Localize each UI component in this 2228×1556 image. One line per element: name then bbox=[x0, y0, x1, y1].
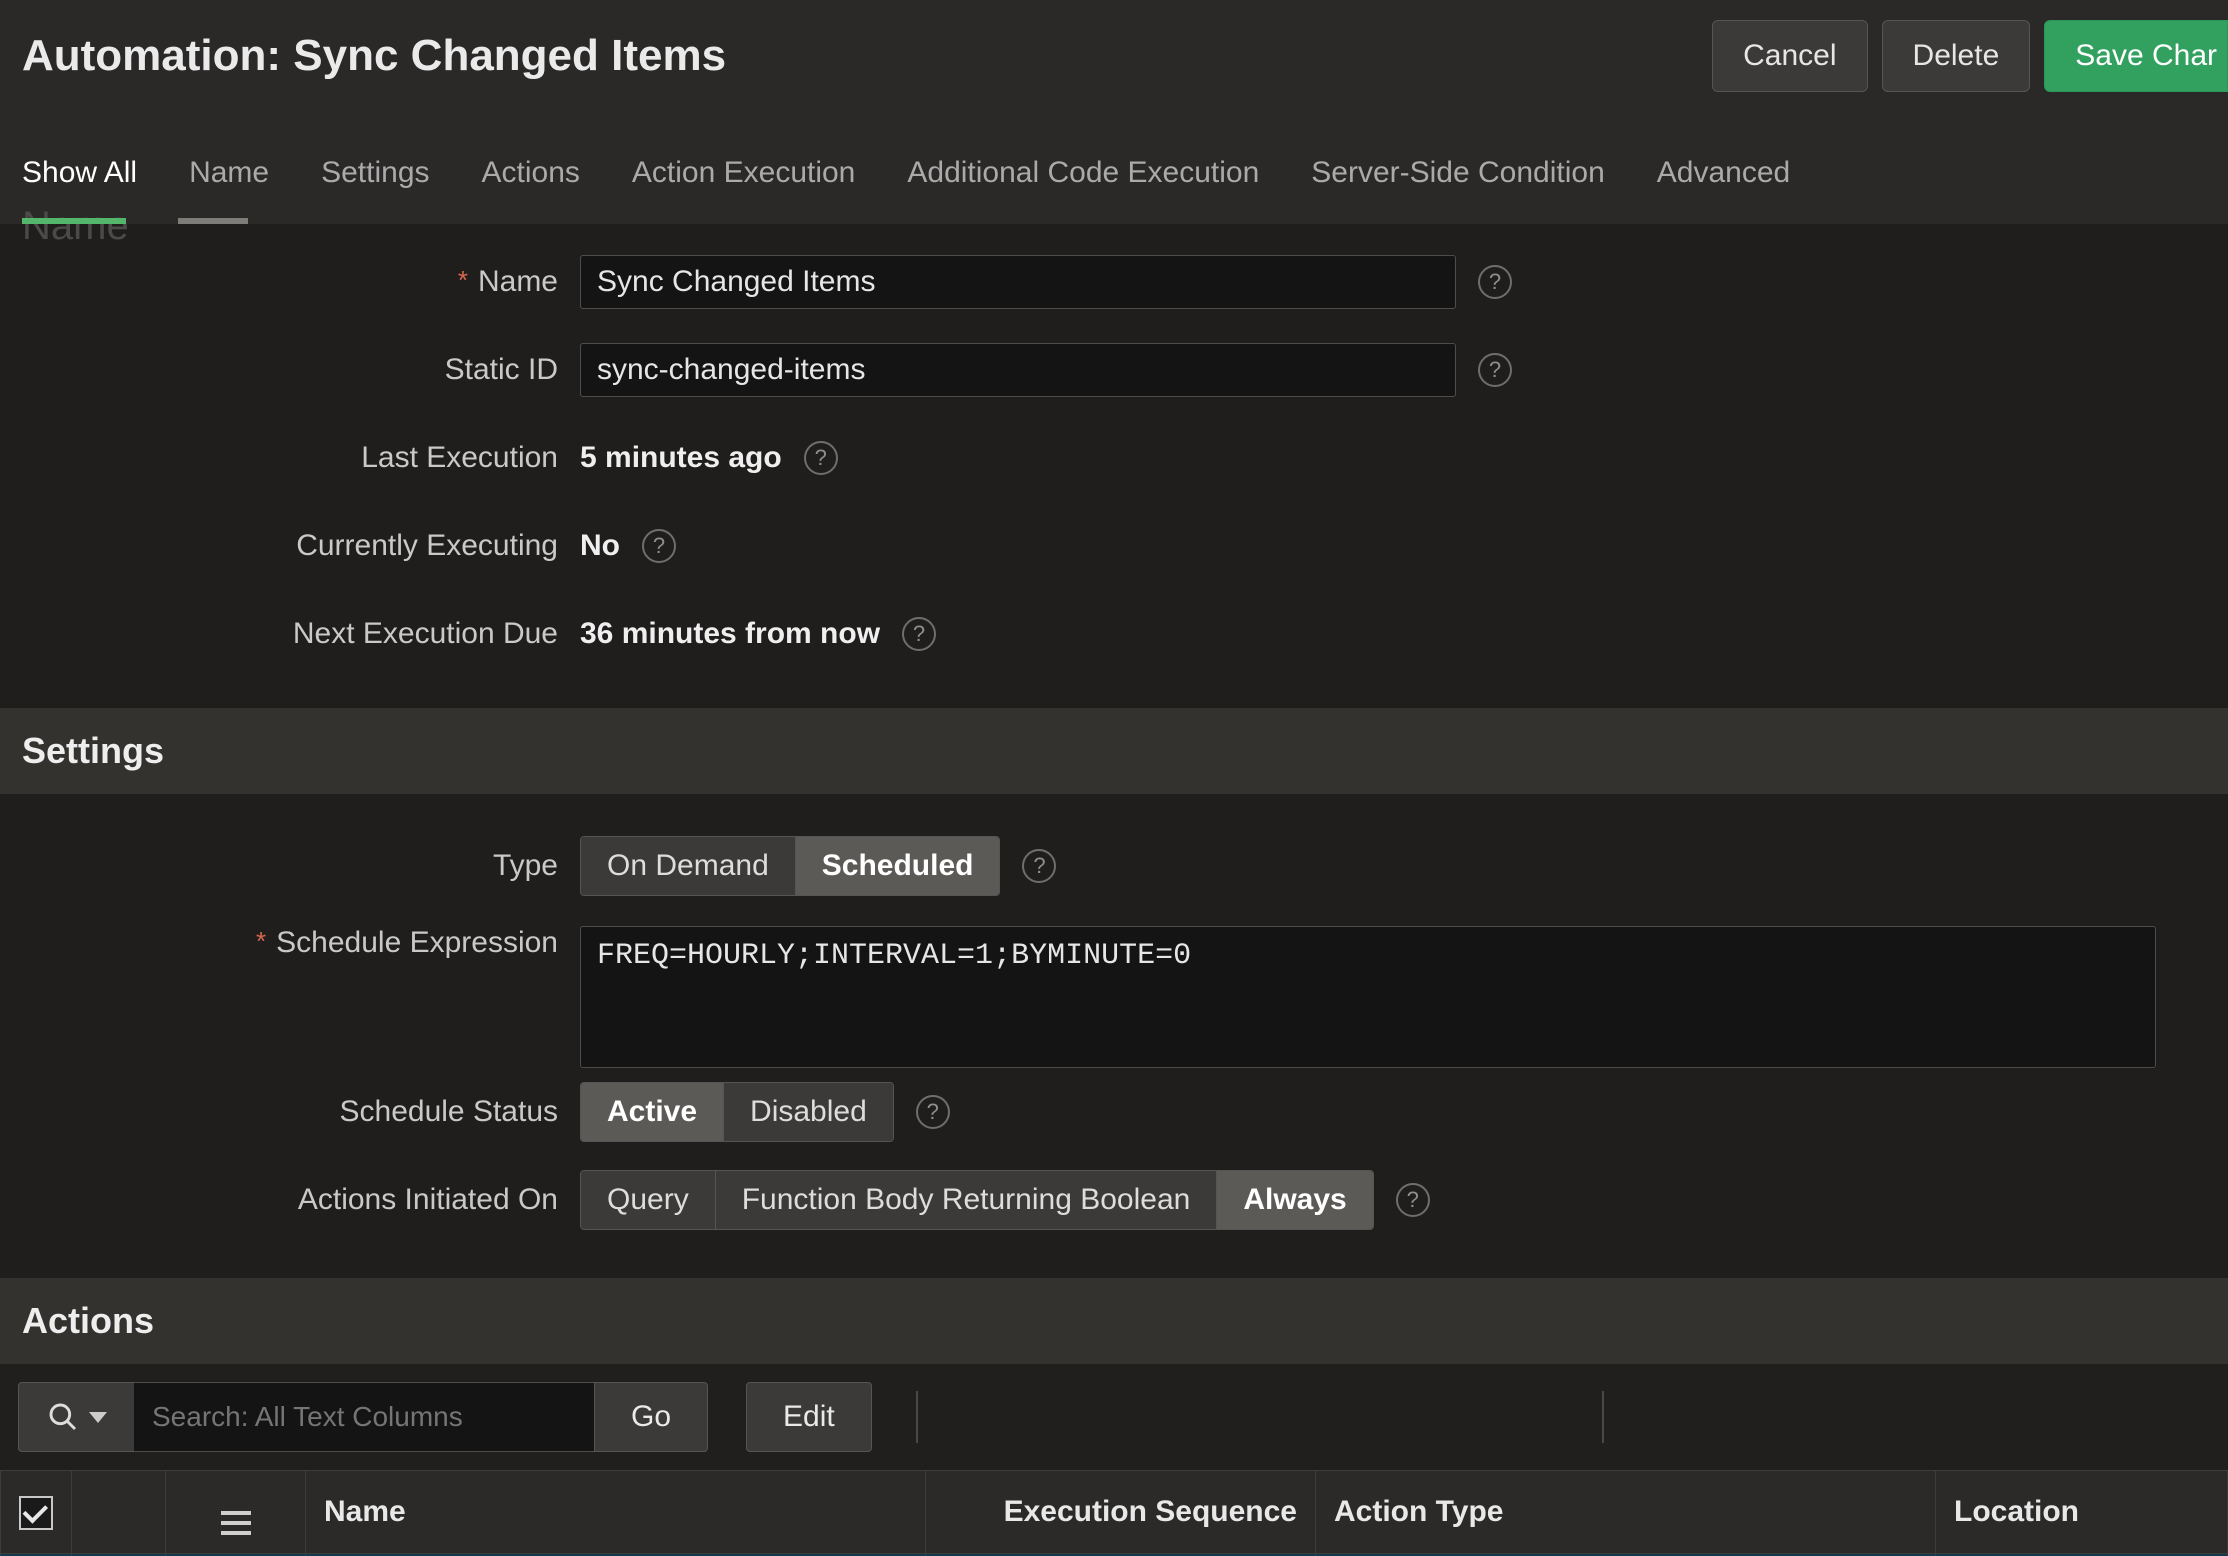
search-column-select[interactable] bbox=[18, 1382, 134, 1452]
actions-initiated-segmented: Query Function Body Returning Boolean Al… bbox=[580, 1170, 1374, 1230]
chevron-down-icon bbox=[89, 1412, 107, 1423]
hamburger-icon bbox=[221, 1511, 251, 1535]
help-icon[interactable]: ? bbox=[1396, 1183, 1430, 1217]
help-icon[interactable]: ? bbox=[916, 1095, 950, 1129]
delete-button[interactable]: Delete bbox=[1882, 20, 2031, 92]
label-static-id: Static ID bbox=[0, 353, 580, 387]
init-option-fn-bool[interactable]: Function Body Returning Boolean bbox=[716, 1171, 1218, 1229]
init-option-query[interactable]: Query bbox=[581, 1171, 716, 1229]
toolbar-separator bbox=[916, 1391, 918, 1443]
label-name: *Name bbox=[0, 265, 580, 299]
actions-toolbar: Go Edit bbox=[0, 1364, 2228, 1470]
actions-table: Name Execution Sequence Action Type Loca… bbox=[0, 1470, 2228, 1556]
status-option-active[interactable]: Active bbox=[581, 1083, 724, 1141]
type-option-scheduled[interactable]: Scheduled bbox=[796, 837, 1000, 895]
table-header-execution-sequence[interactable]: Execution Sequence bbox=[926, 1471, 1316, 1554]
label-next-execution-due: Next Execution Due bbox=[0, 617, 580, 651]
status-option-disabled[interactable]: Disabled bbox=[724, 1083, 893, 1141]
help-icon[interactable]: ? bbox=[1478, 353, 1512, 387]
edit-button[interactable]: Edit bbox=[746, 1382, 872, 1452]
toolbar-separator bbox=[1602, 1391, 1604, 1443]
page-header: Automation: Sync Changed Items Cancel De… bbox=[0, 0, 2228, 110]
page-title: Automation: Sync Changed Items bbox=[22, 31, 726, 81]
cancel-button[interactable]: Cancel bbox=[1712, 20, 1867, 92]
next-execution-due-value: 36 minutes from now bbox=[580, 617, 880, 651]
currently-executing-value: No bbox=[580, 529, 620, 563]
header-buttons: Cancel Delete Save Char bbox=[1712, 20, 2228, 92]
tab-actions[interactable]: Actions bbox=[482, 156, 580, 204]
help-icon[interactable]: ? bbox=[1022, 849, 1056, 883]
table-header-name[interactable]: Name bbox=[306, 1471, 926, 1554]
tabs-container: Name Show All Name Settings Actions Acti… bbox=[0, 110, 2228, 224]
schedule-expression-input[interactable] bbox=[580, 926, 2156, 1068]
go-button[interactable]: Go bbox=[594, 1382, 708, 1452]
table-header-menu[interactable] bbox=[166, 1471, 306, 1554]
tab-additional-code-execution[interactable]: Additional Code Execution bbox=[907, 156, 1259, 204]
tab-underline-name bbox=[178, 218, 248, 224]
label-schedule-status: Schedule Status bbox=[0, 1095, 580, 1129]
type-segmented: On Demand Scheduled bbox=[580, 836, 1000, 896]
schedule-status-segmented: Active Disabled bbox=[580, 1082, 894, 1142]
table-header-action-type[interactable]: Action Type bbox=[1316, 1471, 1936, 1554]
tab-advanced[interactable]: Advanced bbox=[1657, 156, 1790, 204]
help-icon[interactable]: ? bbox=[1478, 265, 1512, 299]
settings-section: Type On Demand Scheduled ? *Schedule Exp… bbox=[0, 794, 2228, 1278]
tabs: Show All Name Settings Actions Action Ex… bbox=[0, 110, 2228, 224]
select-all-checkbox[interactable] bbox=[19, 1496, 53, 1530]
label-last-execution: Last Execution bbox=[0, 441, 580, 475]
section-header-settings[interactable]: Settings bbox=[0, 708, 2228, 794]
label-schedule-expression: *Schedule Expression bbox=[0, 926, 580, 960]
save-changes-button[interactable]: Save Char bbox=[2044, 20, 2228, 92]
search-icon bbox=[47, 1401, 79, 1433]
tab-underline-active bbox=[22, 218, 126, 224]
name-input[interactable] bbox=[580, 255, 1456, 309]
search-input[interactable] bbox=[134, 1382, 594, 1452]
section-header-actions[interactable]: Actions bbox=[0, 1278, 2228, 1364]
name-section: *Name ? Static ID ? Last Execution 5 min… bbox=[0, 224, 2228, 708]
label-actions-initiated-on: Actions Initiated On bbox=[0, 1183, 580, 1217]
table-header-edit bbox=[72, 1471, 166, 1554]
tab-server-side-condition[interactable]: Server-Side Condition bbox=[1311, 156, 1604, 204]
tab-show-all[interactable]: Show All bbox=[22, 156, 137, 204]
label-type: Type bbox=[0, 849, 580, 883]
tab-name[interactable]: Name bbox=[189, 156, 269, 204]
tab-settings[interactable]: Settings bbox=[321, 156, 429, 204]
init-option-always[interactable]: Always bbox=[1217, 1171, 1372, 1229]
static-id-input[interactable] bbox=[580, 343, 1456, 397]
type-option-on-demand[interactable]: On Demand bbox=[581, 837, 796, 895]
help-icon[interactable]: ? bbox=[902, 617, 936, 651]
tab-action-execution[interactable]: Action Execution bbox=[632, 156, 855, 204]
table-header-select[interactable] bbox=[1, 1471, 72, 1554]
help-icon[interactable]: ? bbox=[804, 441, 838, 475]
help-icon[interactable]: ? bbox=[642, 529, 676, 563]
label-currently-executing: Currently Executing bbox=[0, 529, 580, 563]
table-header-location[interactable]: Location bbox=[1936, 1471, 2228, 1554]
last-execution-value: 5 minutes ago bbox=[580, 441, 782, 475]
